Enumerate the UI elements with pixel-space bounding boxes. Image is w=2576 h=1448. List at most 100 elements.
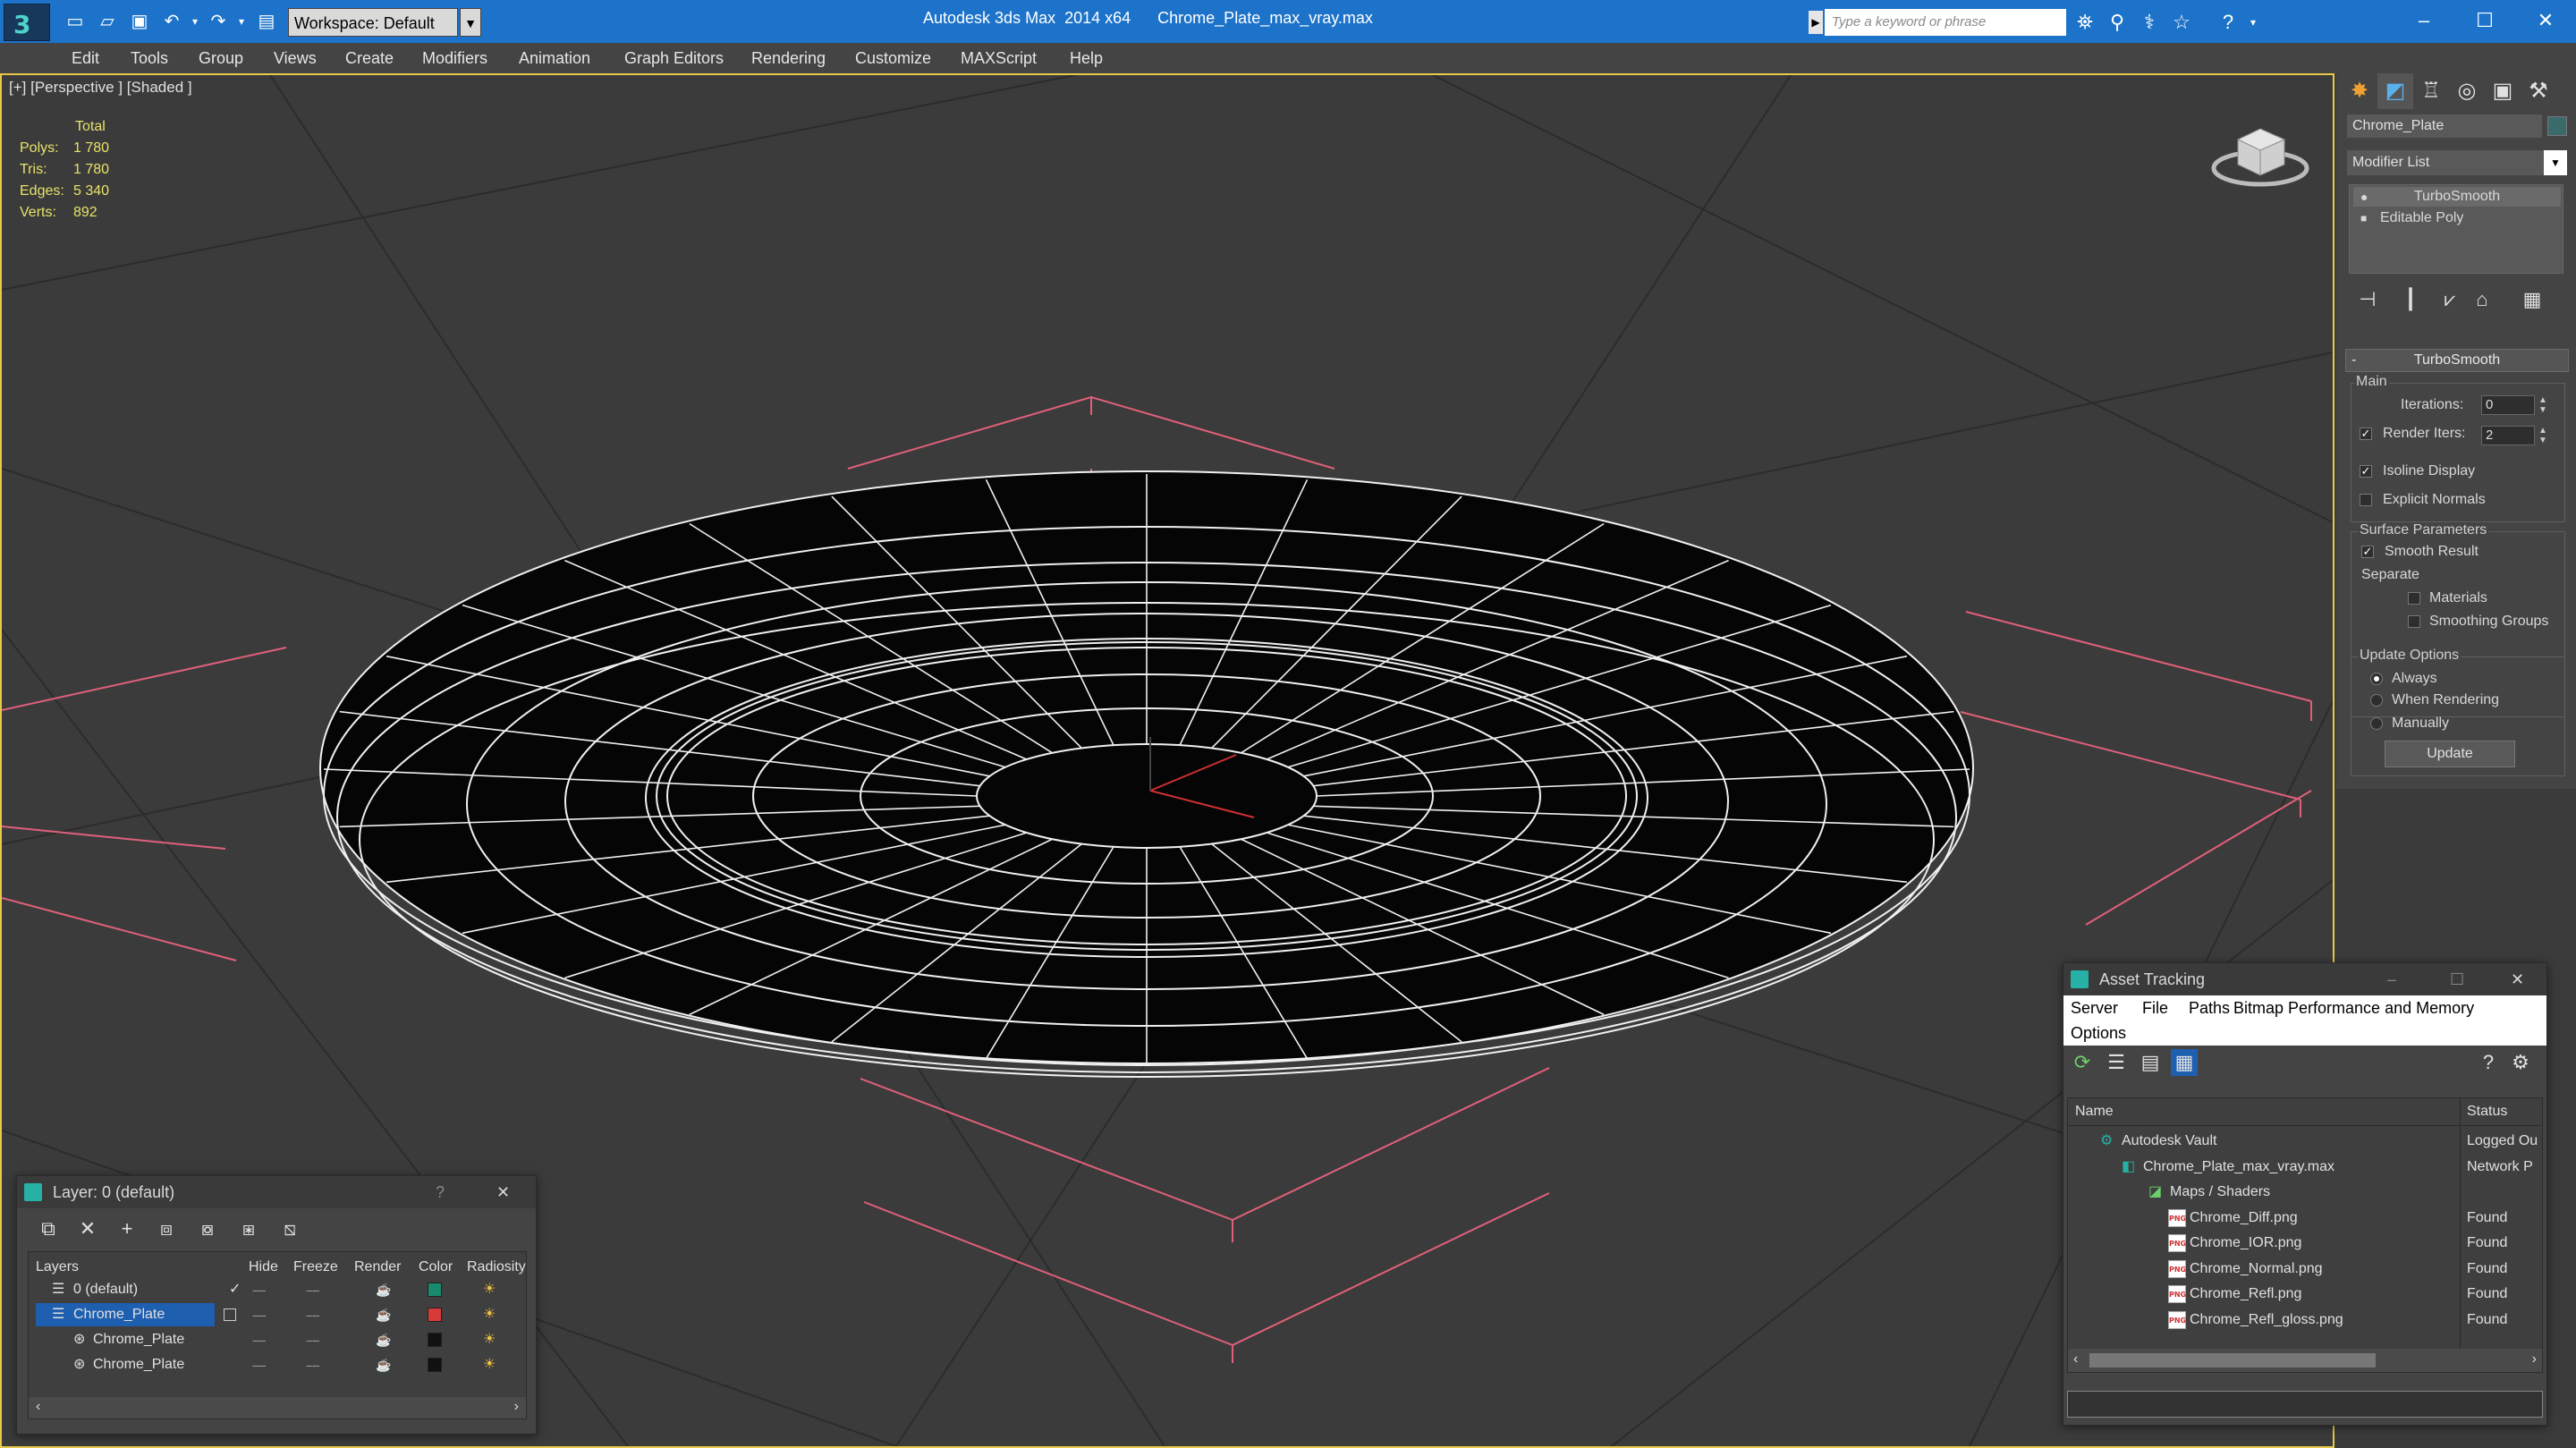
smooth-result-checkbox[interactable]: ✓ [2361, 546, 2374, 558]
layer-horizontal-scrollbar[interactable]: ‹ › [29, 1397, 526, 1418]
modifier-list-arrow[interactable]: ▼ [2544, 150, 2567, 175]
redo-dropdown-icon[interactable]: ▾ [231, 11, 252, 32]
col-name[interactable]: Name [2075, 1104, 2114, 1120]
render-iters-spinner[interactable]: 2 [2481, 426, 2535, 445]
asset-settings-icon[interactable]: ⚙ [2507, 1049, 2534, 1076]
col-layers[interactable]: Layers [36, 1259, 79, 1275]
asset-help-icon[interactable]: ? [2475, 1049, 2502, 1076]
subscription-icon[interactable]: ⚕ [2136, 9, 2163, 36]
teapot-icon[interactable]: ☕ [376, 1277, 391, 1302]
asset-menu-bitmap[interactable]: Bitmap Performance and Memory [2233, 999, 2474, 1018]
menu-graph-editors[interactable]: Graph Editors [624, 43, 724, 73]
set-current-layer-box[interactable] [224, 1308, 236, 1321]
col-radiosity[interactable]: Radiosity [467, 1259, 526, 1275]
layer-close-button[interactable]: ✕ [496, 1176, 510, 1208]
render-iters-spinner-arrows[interactable]: ▲ ▼ [2537, 426, 2549, 445]
search-input[interactable]: Type a keyword or phrase [1825, 9, 2066, 36]
viewport-label[interactable]: [+] [Perspective ] [Shaded ] [9, 79, 192, 97]
freeze-all-icon[interactable]: ⧅ [276, 1215, 303, 1242]
asset-menu-file[interactable]: File [2142, 999, 2168, 1018]
asset-minimize-button[interactable]: – [2387, 963, 2396, 995]
motion-tab-icon[interactable]: ◎ [2449, 73, 2485, 109]
asset-menu-server[interactable]: Server [2071, 999, 2118, 1018]
layer-row[interactable]: ☰ Chrome_Plate ---- ---- ☕ ☀ [29, 1302, 526, 1327]
menu-animation[interactable]: Animation [519, 43, 590, 73]
manually-radio[interactable] [2370, 717, 2383, 730]
menu-tools[interactable]: Tools [131, 43, 168, 73]
pin-stack-icon[interactable]: ⊣ [2354, 286, 2381, 313]
list-view-icon[interactable]: ☰ [2103, 1049, 2130, 1076]
select-objects-icon[interactable]: ⧈ [153, 1215, 180, 1242]
object-name-field[interactable]: Chrome_Plate [2347, 114, 2542, 138]
layer-color-swatch[interactable] [428, 1308, 442, 1322]
stack-item-turbosmooth[interactable]: ● TurboSmooth [2353, 187, 2561, 207]
binoculars-icon[interactable]: ⛯ [2072, 9, 2098, 36]
col-freeze[interactable]: Freeze [293, 1259, 338, 1275]
layer-window-titlebar[interactable]: Layer: 0 (default) ? ✕ [17, 1176, 536, 1208]
scroll-right-icon[interactable]: › [2532, 1351, 2537, 1368]
menu-customize[interactable]: Customize [855, 43, 931, 73]
radiosity-icon[interactable]: ☀ [483, 1302, 496, 1327]
asset-row[interactable]: PNG Chrome_Refl_gloss.png Found [2068, 1308, 2542, 1333]
help-icon[interactable]: ? [2215, 9, 2241, 36]
modify-tab-icon[interactable]: ◩ [2377, 73, 2413, 109]
expand-icon[interactable]: ■ [2360, 208, 2367, 228]
explicit-normals-checkbox[interactable] [2360, 494, 2372, 506]
object-color-swatch[interactable] [428, 1358, 442, 1372]
display-tab-icon[interactable]: ▣ [2485, 73, 2521, 109]
show-end-result-icon[interactable]: ┃ [2397, 286, 2424, 313]
favorites-icon[interactable]: ☆ [2168, 9, 2195, 36]
asset-row[interactable]: PNG Chrome_Normal.png Found [2068, 1257, 2542, 1282]
asset-row[interactable]: ◪ Maps / Shaders [2068, 1180, 2542, 1205]
isoline-display-checkbox[interactable]: ✓ [2360, 465, 2372, 478]
hierarchy-tab-icon[interactable]: ♖ [2413, 73, 2449, 109]
open-file-icon[interactable]: ▱ [97, 11, 118, 32]
highlight-layer-icon[interactable]: ⧇ [194, 1215, 221, 1242]
asset-menu-paths[interactable]: Paths [2189, 999, 2230, 1018]
layer-color-swatch[interactable] [428, 1283, 442, 1297]
utilities-tab-icon[interactable]: ⚒ [2521, 73, 2556, 109]
asset-close-button[interactable]: ✕ [2511, 963, 2524, 995]
modifier-list-dropdown[interactable]: Modifier List [2347, 150, 2544, 175]
project-folder-icon[interactable]: ▤ [256, 11, 277, 32]
asset-row[interactable]: PNG Chrome_Diff.png Found [2068, 1206, 2542, 1231]
asset-path-field[interactable] [2067, 1391, 2543, 1418]
iterations-spinner[interactable]: 0 [2481, 395, 2535, 415]
refresh-icon[interactable]: ⟳ [2069, 1049, 2096, 1076]
delete-layer-icon[interactable]: ✕ [74, 1215, 101, 1242]
redo-icon[interactable]: ↷ [208, 11, 229, 32]
close-button[interactable]: ✕ [2519, 4, 2572, 38]
scroll-right-icon[interactable]: › [514, 1399, 519, 1415]
layer-row[interactable]: ☰ 0 (default) ✓ ---- ---- ☕ ☀ [29, 1277, 526, 1302]
workspace-dropdown[interactable]: Workspace: Default [288, 8, 458, 37]
turbosmooth-rollout-header[interactable]: - TurboSmooth [2345, 349, 2569, 372]
col-color[interactable]: Color [419, 1259, 453, 1275]
help-dropdown-icon[interactable]: ▾ [2240, 9, 2267, 36]
scroll-left-icon[interactable]: ‹ [36, 1399, 40, 1415]
communication-center-icon[interactable]: ⚲ [2104, 9, 2131, 36]
asset-row[interactable]: ◧ Chrome_Plate_max_vray.max Network P [2068, 1155, 2542, 1180]
menu-group[interactable]: Group [199, 43, 243, 73]
menu-create[interactable]: Create [345, 43, 394, 73]
when-rendering-radio[interactable] [2370, 694, 2383, 707]
create-tab-icon[interactable]: ✸ [2342, 73, 2377, 109]
menu-help[interactable]: Help [1070, 43, 1103, 73]
configure-modifier-sets-icon[interactable]: ▦ [2519, 286, 2546, 313]
new-file-icon[interactable]: ▭ [64, 11, 86, 32]
materials-checkbox[interactable] [2408, 592, 2420, 605]
always-radio[interactable] [2370, 673, 2383, 685]
teapot-icon[interactable]: ☕ [376, 1302, 391, 1327]
asset-row[interactable]: PNG Chrome_Refl.png Found [2068, 1282, 2542, 1307]
table-view-icon[interactable]: ▦ [2171, 1049, 2198, 1076]
menu-edit[interactable]: Edit [72, 43, 99, 73]
radiosity-icon[interactable]: ☀ [483, 1327, 496, 1352]
new-layer-icon[interactable]: ⧉ [35, 1215, 62, 1242]
workspace-dropdown-arrow[interactable]: ▼ [460, 8, 481, 37]
asset-maximize-button[interactable]: ☐ [2450, 963, 2464, 995]
iterations-spinner-arrows[interactable]: ▲ ▼ [2537, 395, 2549, 415]
asset-window-titlebar[interactable]: Asset Tracking – ☐ ✕ [2063, 963, 2546, 995]
add-to-layer-icon[interactable]: + [114, 1215, 140, 1242]
object-color-swatch[interactable] [2547, 116, 2567, 136]
make-unique-icon[interactable]: ⩗ [2436, 286, 2463, 313]
layer-object-row[interactable]: ⊛ Chrome_Plate ---- ---- ☕ ☀ [29, 1327, 526, 1352]
